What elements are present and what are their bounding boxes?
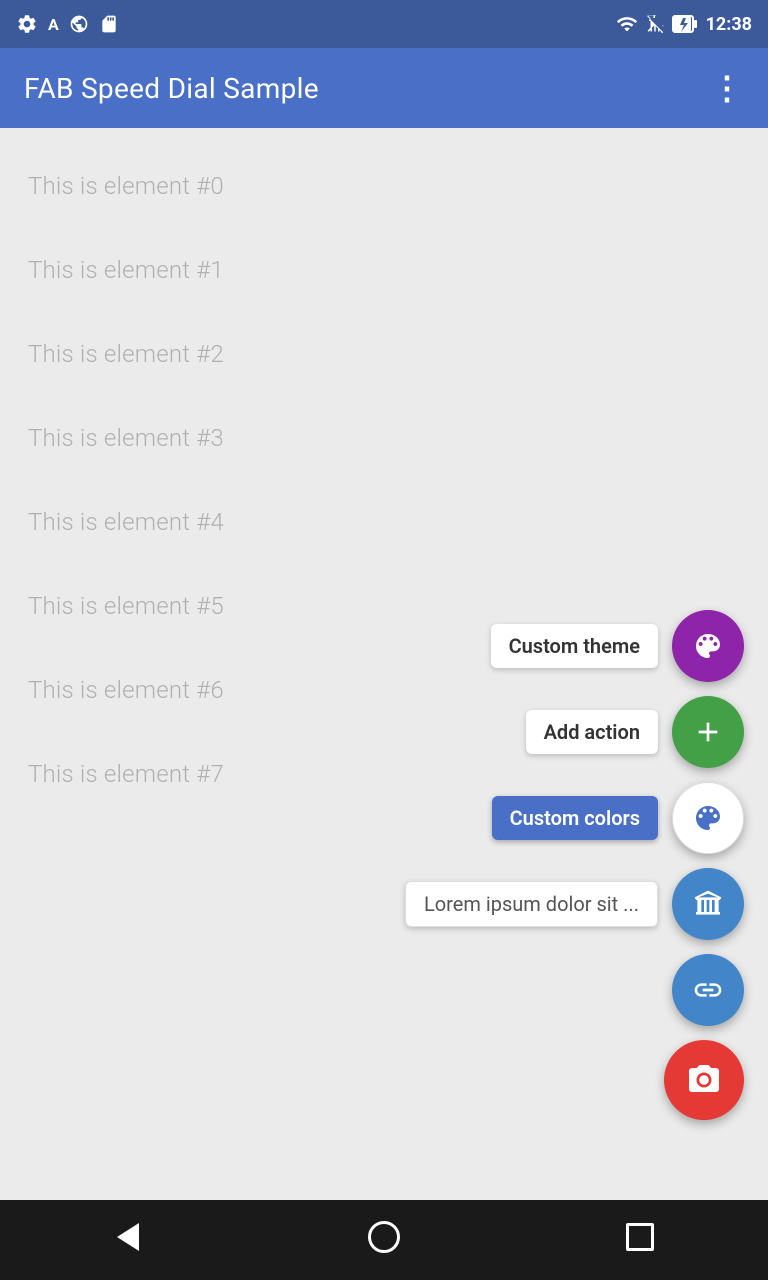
signal-icon (646, 13, 664, 35)
custom-theme-fab-button[interactable] (672, 610, 744, 682)
globe-icon (69, 14, 89, 34)
camera-icon (686, 1062, 722, 1098)
custom-colors-fab-button[interactable] (672, 782, 744, 854)
add-action-tooltip: Add action (526, 710, 658, 754)
list-item: This is element #4 (0, 480, 768, 564)
status-bar: A (0, 0, 768, 48)
battery-icon (672, 13, 698, 35)
bank-icon (692, 888, 724, 920)
custom-theme-tooltip: Custom theme (491, 624, 658, 668)
list-item: This is element #0 (0, 144, 768, 228)
speed-dial-item-add-action: Add action (526, 696, 744, 768)
lorem-ipsum-tooltip: Lorem ipsum dolor sit ... (405, 881, 658, 927)
recent-apps-button[interactable] (610, 1210, 670, 1270)
status-bar-right-icons: 12:38 (616, 13, 752, 35)
recent-icon (626, 1223, 654, 1258)
main-content: This is element #0 This is element #1 Th… (0, 128, 768, 1200)
main-camera-fab-button[interactable] (664, 1040, 744, 1120)
link-icon (692, 974, 724, 1006)
app-bar: FAB Speed Dial Sample ⋮ (0, 48, 768, 128)
speed-dial-container: Custom theme Add action Custom colors (405, 610, 744, 1120)
speed-dial-main-fab-item (664, 1040, 744, 1120)
plus-icon (692, 716, 724, 748)
home-button[interactable] (354, 1210, 414, 1270)
list-item: This is element #3 (0, 396, 768, 480)
speed-dial-item-lorem: Lorem ipsum dolor sit ... (405, 868, 744, 940)
wifi-icon (616, 13, 638, 35)
speed-dial-item-custom-theme: Custom theme (491, 610, 744, 682)
list-item: This is element #1 (0, 228, 768, 312)
sd-card-icon (99, 14, 119, 34)
settings-icon (16, 13, 38, 35)
nav-bar (0, 1200, 768, 1280)
add-action-fab-button[interactable] (672, 696, 744, 768)
text-a-icon: A (48, 15, 59, 34)
paint-layers-icon (692, 630, 724, 662)
link-fab-button[interactable] (672, 954, 744, 1026)
speed-dial-item-custom-colors: Custom colors (492, 782, 744, 854)
palette-icon (692, 802, 724, 834)
back-button[interactable] (98, 1210, 158, 1270)
speed-dial-item-link (672, 954, 744, 1026)
app-bar-title: FAB Speed Dial Sample (24, 72, 319, 105)
custom-colors-tooltip: Custom colors (492, 796, 658, 840)
list-item: This is element #2 (0, 312, 768, 396)
home-icon (368, 1221, 400, 1260)
time-display: 12:38 (706, 14, 752, 35)
more-vert-icon[interactable]: ⋮ (711, 72, 744, 104)
back-icon (117, 1223, 139, 1258)
lorem-ipsum-fab-button[interactable] (672, 868, 744, 940)
status-bar-left-icons: A (16, 13, 119, 35)
